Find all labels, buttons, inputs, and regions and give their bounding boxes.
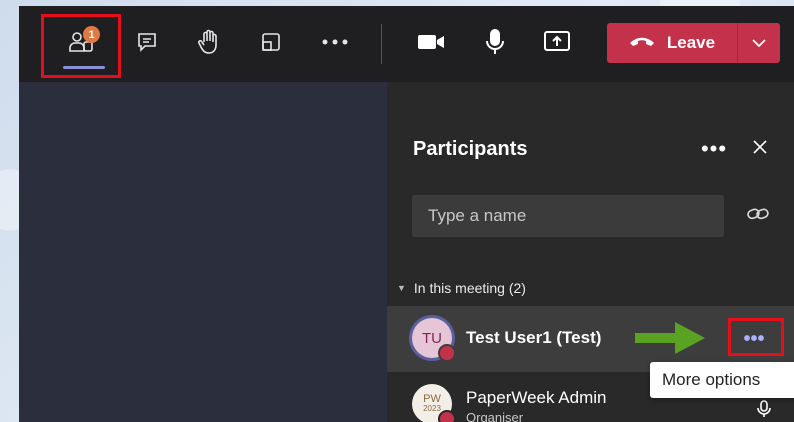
- avatar-subtext: 2023: [423, 404, 441, 413]
- chat-button[interactable]: [125, 20, 169, 64]
- toolbar-divider: [381, 24, 382, 64]
- chevron-down-icon: [752, 34, 766, 52]
- raise-hand-button[interactable]: [187, 20, 231, 64]
- camera-icon: [417, 32, 445, 52]
- camera-button[interactable]: [409, 20, 453, 64]
- avatar: TU: [412, 318, 456, 362]
- highlight-box-more-options: [728, 318, 784, 356]
- participant-role: Organiser: [466, 410, 524, 422]
- avatar-initials: TU: [422, 329, 442, 347]
- link-icon: [747, 206, 769, 227]
- mic-icon: [484, 28, 506, 56]
- avatar: PW 2023: [412, 384, 456, 422]
- rooms-button[interactable]: [249, 20, 293, 64]
- avatar-initials: PW: [423, 393, 441, 405]
- presence-icon: [438, 344, 456, 362]
- panel-more-options-button[interactable]: •••: [699, 134, 729, 164]
- meeting-window: 1 Leave Participants ••• Type a name ▼ I…: [19, 6, 794, 422]
- presence-icon: [438, 410, 456, 422]
- participant-name: PaperWeek Admin: [466, 388, 607, 407]
- leave-button[interactable]: Leave: [607, 23, 737, 63]
- highlight-box-participants: [41, 14, 121, 78]
- mic-icon: [757, 400, 771, 422]
- more-icon: [321, 38, 349, 46]
- participant-search-input[interactable]: [412, 195, 724, 237]
- rooms-icon: [259, 30, 283, 54]
- meeting-stage: [19, 82, 387, 422]
- phone-icon: [629, 33, 655, 53]
- share-invite-button[interactable]: [744, 202, 772, 230]
- arrow-icon: [635, 320, 707, 361]
- close-icon: [752, 139, 768, 160]
- leave-options-button[interactable]: [738, 23, 780, 63]
- mic-button[interactable]: [473, 20, 517, 64]
- leave-label: Leave: [666, 33, 716, 52]
- chat-icon: [135, 30, 159, 54]
- more-options-tooltip: More options: [650, 362, 794, 398]
- share-icon: [543, 29, 571, 55]
- section-label: In this meeting (2): [413, 280, 526, 296]
- raise-hand-icon: [197, 29, 221, 55]
- collapse-triangle-icon: ▼: [397, 283, 406, 293]
- more-actions-button[interactable]: [313, 20, 357, 64]
- panel-close-button[interactable]: [745, 134, 775, 164]
- meeting-toolbar: 1 Leave: [19, 6, 794, 82]
- share-button[interactable]: [535, 20, 579, 64]
- participant-name: Test User1 (Test): [466, 328, 602, 347]
- in-meeting-section-header[interactable]: ▼ In this meeting (2): [397, 280, 526, 296]
- panel-title: Participants: [413, 138, 528, 160]
- leave-button-group: Leave: [607, 23, 780, 63]
